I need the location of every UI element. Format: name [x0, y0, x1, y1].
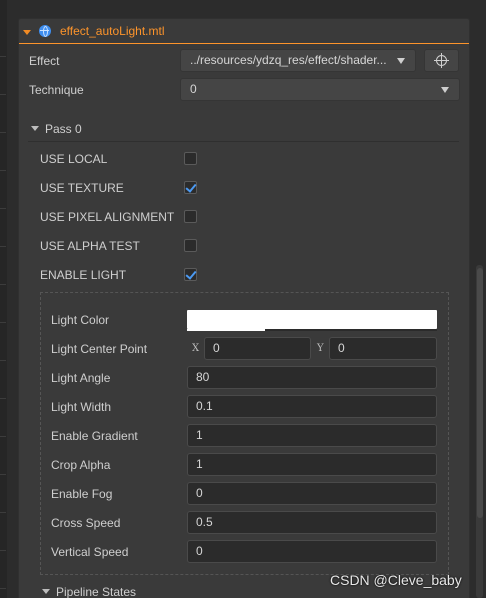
use-local-checkbox[interactable] [184, 152, 197, 165]
light-center-label: Light Center Point [51, 342, 148, 356]
enable-gradient-input[interactable]: 1 [187, 424, 437, 447]
option-label: USE PIXEL ALIGNMENT [40, 210, 175, 224]
collapse-arrow-icon[interactable] [23, 30, 31, 35]
prop-label: Enable Gradient [51, 429, 138, 443]
effect-value: ../resources/ydzq_res/effect/shader... [190, 53, 387, 67]
pass-collapse-icon[interactable] [31, 126, 39, 131]
crosshair-icon [434, 53, 449, 68]
x-axis-label: X [192, 343, 200, 354]
crop-alpha-input[interactable]: 1 [187, 453, 437, 476]
prop-label: Vertical Speed [51, 545, 129, 559]
use-texture-checkbox[interactable] [184, 181, 197, 194]
technique-value: 0 [190, 82, 197, 96]
enable-light-checkbox[interactable] [184, 268, 197, 281]
use-alpha-test-checkbox[interactable] [184, 239, 197, 252]
option-label: USE TEXTURE [40, 181, 124, 195]
option-label: USE LOCAL [40, 152, 108, 166]
globe-icon [39, 25, 51, 37]
vertical-speed-input[interactable]: 0 [187, 540, 437, 563]
prop-label: Cross Speed [51, 516, 121, 530]
watermark: CSDN @Cleve_baby [330, 572, 462, 588]
technique-label: Technique [29, 83, 84, 97]
light-color-label: Light Color [51, 313, 110, 327]
light-color-swatch[interactable] [187, 310, 437, 331]
center-y-input[interactable]: 0 [329, 337, 437, 360]
prop-label: Light Angle [51, 371, 111, 385]
prop-label: Light Width [51, 400, 112, 414]
asset-title: effect_autoLight.mtl [60, 24, 165, 38]
effect-dropdown[interactable]: ../resources/ydzq_res/effect/shader... [180, 49, 416, 72]
effect-label: Effect [29, 54, 60, 68]
chevron-down-icon [397, 58, 405, 64]
option-label: USE ALPHA TEST [40, 239, 140, 253]
center-x-input[interactable]: 0 [204, 337, 311, 360]
prop-label: Crop Alpha [51, 458, 111, 472]
pass-title[interactable]: Pass 0 [45, 122, 82, 136]
technique-dropdown[interactable]: 0 [180, 78, 460, 101]
left-panel-edge [0, 0, 7, 598]
chevron-down-icon [441, 87, 449, 93]
enable-fog-input[interactable]: 0 [187, 482, 437, 505]
light-angle-input[interactable]: 80 [187, 366, 437, 389]
locate-effect-button[interactable] [424, 49, 459, 72]
scrollbar-thumb[interactable] [477, 268, 483, 518]
pipeline-collapse-icon[interactable] [42, 589, 50, 594]
use-pixel-alignment-checkbox[interactable] [184, 210, 197, 223]
divider [28, 141, 459, 142]
cross-speed-input[interactable]: 0.5 [187, 511, 437, 534]
y-axis-label: Y [317, 343, 324, 354]
alpha-bar [187, 329, 265, 331]
light-width-input[interactable]: 0.1 [187, 395, 437, 418]
option-label: ENABLE LIGHT [40, 268, 127, 282]
prop-label: Enable Fog [51, 487, 113, 501]
pipeline-title[interactable]: Pipeline States [56, 585, 136, 598]
asset-header[interactable]: effect_autoLight.mtl [19, 19, 469, 44]
